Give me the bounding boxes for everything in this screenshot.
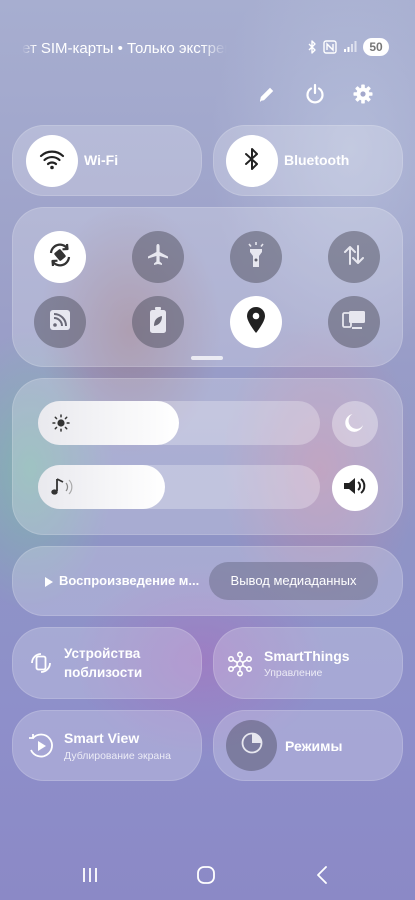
battery-indicator: 50 [363,38,389,56]
location-toggle[interactable] [230,296,282,348]
power-saving-icon [148,306,168,339]
bluetooth-toggle-icon [244,147,260,176]
bluetooth-tile[interactable]: Bluetooth [213,125,403,196]
smart-view-tile[interactable]: Smart View Дублирование экрана [12,710,202,781]
notification-text: ет SIM-карты • Только экстренные [22,40,227,57]
smart-view-subtitle: Дублирование экрана [64,750,171,762]
mobile-data-icon [342,243,366,272]
auto-rotate-icon [46,241,74,274]
volume-slider[interactable] [38,465,320,509]
sun-icon [52,414,70,437]
brightness-slider[interactable] [38,401,320,445]
quick-toggles-panel [12,207,403,367]
bluetooth-toggle[interactable] [226,135,278,187]
modes-icon [240,731,264,760]
cast-toggle[interactable] [34,296,86,348]
top-actions [0,80,415,108]
music-note-icon [50,476,78,503]
navigation-bar [0,858,415,892]
smart-view-title: Smart View [64,730,140,746]
airplane-toggle[interactable] [132,231,184,283]
status-icons: 50 [307,38,389,56]
status-bar: ет SIM-карты • Только экстренные 50 [0,34,415,64]
bluetooth-label: Bluetooth [284,152,350,168]
media-now-playing[interactable]: Воспроизведение м... [59,573,199,588]
speaker-icon [342,475,368,502]
smartthings-icon [227,651,253,682]
smartthings-subtitle: Управление [264,667,323,679]
modes-toggle[interactable] [226,720,277,771]
device-sync-icon [341,309,367,336]
recent-apps-icon[interactable] [75,863,105,887]
smart-view-icon [27,732,55,765]
pencil-icon[interactable] [253,80,281,108]
sound-mode-button[interactable] [332,465,378,511]
nearby-devices-icon [28,650,54,681]
flashlight-toggle[interactable] [230,231,282,283]
flashlight-icon [245,241,267,274]
home-icon[interactable] [191,863,221,887]
play-icon[interactable] [44,575,54,593]
media-output-button[interactable]: Вывод медиаданных [209,562,378,600]
nearby-devices-title: Устройства поблизости [64,646,143,680]
sliders-panel [12,378,403,535]
gear-icon[interactable] [349,80,377,108]
airplane-icon [145,242,171,273]
moon-icon [344,411,366,438]
back-icon[interactable] [307,863,337,887]
smartthings-title: SmartThings [264,648,350,664]
wifi-tile[interactable]: Wi-Fi [12,125,202,196]
wifi-icon [39,148,65,175]
media-panel[interactable]: Воспроизведение м... Вывод медиаданных [12,546,403,616]
smartthings-tile[interactable]: SmartThings Управление [213,627,403,699]
power-icon[interactable] [301,80,329,108]
modes-title: Режимы [285,738,343,754]
nearby-devices-tile[interactable]: Устройства поблизости [12,627,202,699]
nfc-icon [323,40,337,54]
location-icon [245,306,267,339]
cast-icon [48,308,72,337]
mobile-data-toggle[interactable] [328,231,380,283]
signal-icon [343,41,357,53]
power-saving-toggle[interactable] [132,296,184,348]
device-sync-toggle[interactable] [328,296,380,348]
auto-rotate-toggle[interactable] [34,231,86,283]
night-mode-button[interactable] [332,401,378,447]
bluetooth-icon [307,40,317,54]
modes-tile[interactable]: Режимы [213,710,403,781]
wifi-toggle[interactable] [26,135,78,187]
panel-drag-handle[interactable] [191,356,223,360]
wifi-label: Wi-Fi [84,152,119,168]
